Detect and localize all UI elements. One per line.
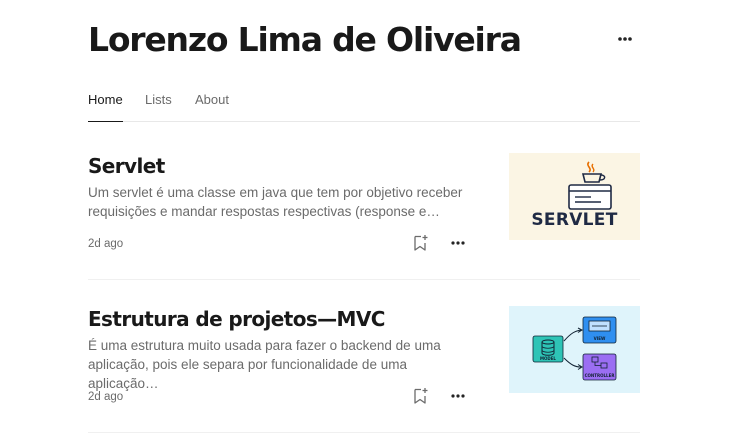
more-options-icon[interactable] [612,30,638,48]
mvc-model-label: MODEL [540,356,556,361]
article-card: Servlet Um servlet é uma classe em java … [88,150,640,280]
profile-tabs: Home Lists About [88,92,640,122]
article-thumbnail[interactable]: SERVLET [509,153,640,240]
article-title[interactable]: Estrutura de projetos—MVC [88,307,385,331]
thumbnail-label: SERVLET [531,210,618,230]
article-date: 2d ago [88,391,124,403]
bookmark-add-icon[interactable] [410,233,430,253]
profile-name: Lorenzo Lima de Oliveira [88,20,522,59]
tab-home[interactable]: Home [88,92,123,122]
bookmark-add-icon[interactable] [410,386,430,406]
article-title[interactable]: Servlet [88,154,165,178]
article-card: Estrutura de projetos—MVC É uma estrutur… [88,303,640,433]
article-excerpt[interactable]: É uma estrutura muito usada para fazer o… [88,336,473,393]
mvc-controller-label: CONTROLLER [585,373,615,378]
java-cup-icon [581,161,606,183]
tab-lists[interactable]: Lists [145,92,172,122]
article-date: 2d ago [88,238,124,250]
mvc-view-label: VIEW [594,336,606,341]
tab-about[interactable]: About [195,92,229,122]
more-options-icon[interactable] [448,236,468,250]
article-excerpt[interactable]: Um servlet é uma classe em java que tem … [88,183,473,221]
more-options-icon[interactable] [448,389,468,403]
article-thumbnail[interactable]: MODEL VIEW CONTROLLER [509,306,640,393]
